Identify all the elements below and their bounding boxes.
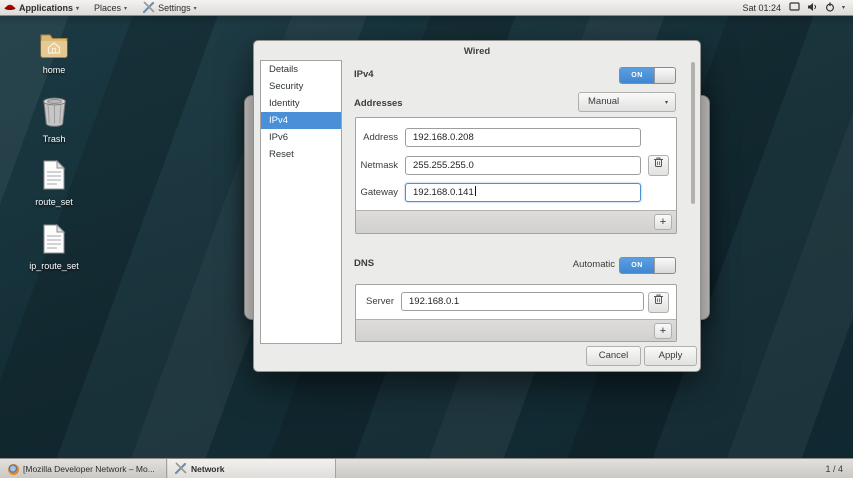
- desktop-icon-label: ip_route_set: [29, 261, 79, 271]
- toggle-on-label: ON: [620, 258, 654, 273]
- netmask-label: Netmask: [360, 160, 398, 171]
- places-menu[interactable]: Places ▾: [94, 3, 127, 13]
- addresses-toolbar: +: [356, 210, 676, 233]
- delete-address-button[interactable]: [648, 155, 669, 176]
- dns-section-label: DNS: [354, 258, 375, 269]
- toggle-handle: [654, 258, 675, 273]
- sidebar-item-ipv6[interactable]: IPv6: [261, 129, 341, 146]
- firefox-icon: [8, 463, 19, 475]
- sidebar-item-reset[interactable]: Reset: [261, 146, 341, 163]
- workspace-indicator[interactable]: 1 / 4: [825, 459, 843, 478]
- places-label: Places: [94, 2, 122, 13]
- desktop-icon-label: route_set: [35, 197, 73, 207]
- gateway-input[interactable]: 192.168.0.141: [405, 183, 641, 202]
- chevron-down-icon: ▾: [841, 5, 845, 11]
- trash-icon: [653, 294, 664, 308]
- applications-menu[interactable]: Applications ▾: [4, 2, 79, 14]
- chevron-down-icon: ▾: [124, 5, 128, 12]
- addresses-method-dropdown[interactable]: Manual ▾: [578, 92, 676, 112]
- redhat-icon: [4, 2, 16, 14]
- system-status-area[interactable]: ▾: [789, 1, 845, 14]
- dns-toolbar: +: [356, 319, 676, 341]
- add-dns-server-button[interactable]: +: [654, 323, 672, 339]
- window-list-taskbar: [Mozilla Developer Network – Mo... Netwo…: [0, 458, 853, 478]
- gateway-label: Gateway: [360, 187, 399, 198]
- wired-dialog: Wired Details Security Identity IPv4 IPv…: [253, 40, 701, 372]
- netmask-input[interactable]: 255.255.255.0: [405, 156, 641, 175]
- address-label: Address: [363, 132, 398, 143]
- server-label: Server: [366, 296, 394, 307]
- display-icon: [789, 2, 800, 13]
- apply-button[interactable]: Apply: [644, 346, 697, 366]
- add-address-button[interactable]: +: [654, 214, 672, 230]
- dialog-sidebar: Details Security Identity IPv4 IPv6 Rese…: [260, 60, 342, 344]
- desktop-icon-ip-route-set[interactable]: ip_route_set: [22, 223, 86, 271]
- toggle-on-label: ON: [620, 68, 654, 83]
- desktop: Applications ▾ Places ▾ Settings ▾ Sat 0…: [0, 0, 853, 478]
- clock[interactable]: Sat 01:24: [742, 3, 781, 13]
- trash-icon: [22, 96, 86, 132]
- settings-label: Settings: [158, 2, 191, 13]
- dialog-title: Wired: [463, 46, 491, 57]
- desktop-icon-trash[interactable]: Trash: [22, 96, 86, 144]
- dns-automatic-toggle[interactable]: ON: [619, 257, 676, 274]
- applications-label: Applications: [19, 2, 74, 13]
- text-cursor: [474, 186, 476, 196]
- tools-icon: [142, 1, 155, 15]
- document-icon: [22, 223, 86, 259]
- tools-icon: [174, 462, 187, 476]
- method-value: Manual: [588, 96, 620, 107]
- settings-appmenu[interactable]: Settings ▾: [142, 1, 197, 15]
- address-input[interactable]: 192.168.0.208: [405, 128, 641, 147]
- ipv4-toggle[interactable]: ON: [619, 67, 676, 84]
- chevron-down-icon: ▾: [193, 5, 197, 12]
- desktop-icon-route-set[interactable]: route_set: [22, 159, 86, 207]
- desktop-icon-label: home: [42, 65, 66, 75]
- power-icon: [825, 1, 835, 14]
- dns-automatic-label: Automatic: [572, 259, 615, 270]
- document-icon: [22, 159, 86, 195]
- home-folder-icon: [22, 32, 86, 63]
- top-bar: Applications ▾ Places ▾ Settings ▾ Sat 0…: [0, 0, 853, 16]
- dialog-scrollbar[interactable]: [691, 62, 695, 204]
- chevron-down-icon: ▾: [76, 5, 80, 12]
- volume-icon: [807, 2, 818, 14]
- chevron-down-icon: ▾: [664, 100, 668, 106]
- taskbar-window-label: [Mozilla Developer Network – Mo...: [23, 464, 155, 474]
- delete-dns-server-button[interactable]: [648, 292, 669, 313]
- cancel-button[interactable]: Cancel: [586, 346, 641, 366]
- toggle-handle: [654, 68, 675, 83]
- desktop-icon-home[interactable]: home: [22, 32, 86, 75]
- taskbar-window-label: Network: [191, 464, 225, 474]
- sidebar-item-ipv4[interactable]: IPv4: [261, 112, 341, 129]
- ipv4-section-label: IPv4: [354, 69, 374, 80]
- addresses-frame: Address 192.168.0.208 Netmask 255.255.25…: [355, 117, 677, 234]
- sidebar-item-security[interactable]: Security: [261, 78, 341, 95]
- addresses-section-label: Addresses: [354, 98, 403, 109]
- dns-frame: Server 192.168.0.1 +: [355, 284, 677, 342]
- sidebar-item-identity[interactable]: Identity: [261, 95, 341, 112]
- desktop-icon-label: Trash: [42, 134, 66, 144]
- sidebar-item-details[interactable]: Details: [261, 61, 341, 78]
- trash-icon: [653, 157, 664, 171]
- taskbar-window-network[interactable]: Network: [168, 459, 336, 478]
- dns-server-input[interactable]: 192.168.0.1: [401, 292, 644, 311]
- taskbar-window-firefox[interactable]: [Mozilla Developer Network – Mo...: [2, 459, 167, 478]
